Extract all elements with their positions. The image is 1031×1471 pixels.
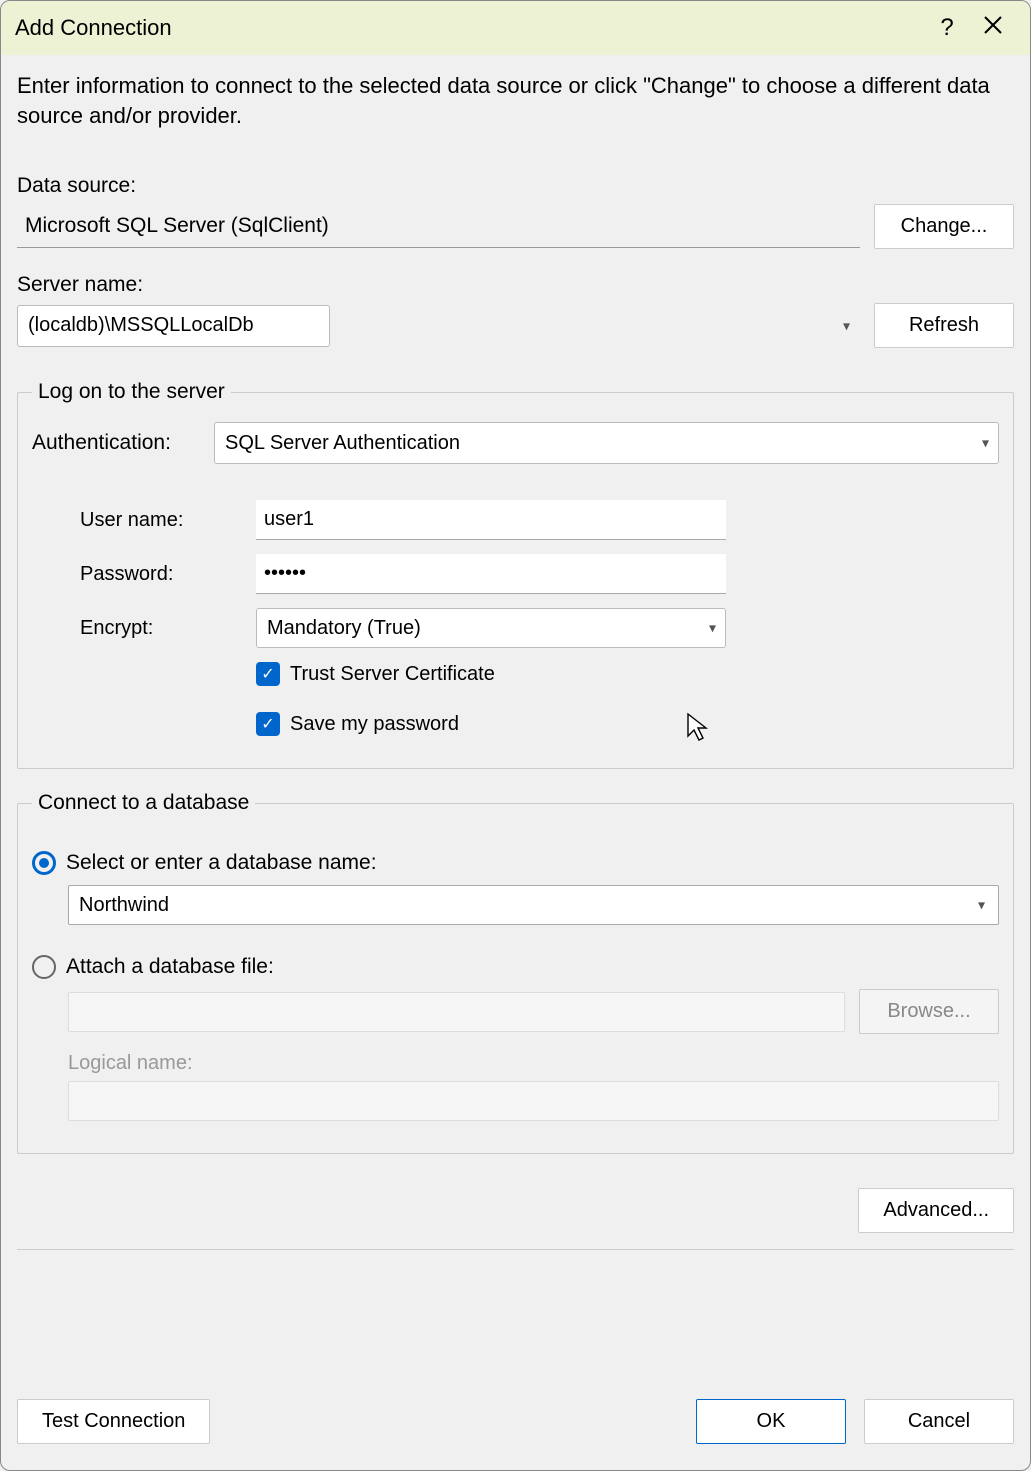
data-source-label: Data source: [17,174,1014,198]
trust-certificate-checkbox[interactable]: ✓ [256,662,280,686]
connect-database-group: Connect to a database Select or enter a … [17,791,1014,1154]
logon-legend: Log on to the server [32,380,231,404]
encrypt-label: Encrypt: [78,617,248,640]
change-button[interactable]: Change... [874,204,1014,249]
data-source-field [17,206,860,248]
titlebar: Add Connection ? [1,1,1030,55]
cancel-button[interactable]: Cancel [864,1399,1014,1444]
database-name-combo[interactable] [68,885,999,925]
attach-file-radio[interactable] [32,955,56,979]
browse-button[interactable]: Browse... [859,989,999,1034]
attach-file-field [68,992,845,1032]
attach-file-label: Attach a database file: [66,955,274,979]
password-label: Password: [78,563,248,586]
server-name-label: Server name: [17,273,1014,297]
separator [17,1249,1014,1250]
encrypt-select[interactable] [256,608,726,648]
connect-database-legend: Connect to a database [32,791,255,815]
add-connection-dialog: Add Connection ? Enter information to co… [0,0,1031,1471]
window-title: Add Connection [15,15,924,41]
refresh-button[interactable]: Refresh [874,303,1014,348]
trust-certificate-label: Trust Server Certificate [290,663,495,686]
close-icon[interactable] [970,14,1016,42]
save-password-label: Save my password [290,713,459,736]
chevron-down-icon: ▾ [843,317,850,334]
logical-name-field [68,1081,999,1121]
instruction-text: Enter information to connect to the sele… [17,71,1014,130]
logical-name-label: Logical name: [68,1052,999,1075]
save-password-checkbox[interactable]: ✓ [256,712,280,736]
select-database-radio[interactable] [32,851,56,875]
test-connection-button[interactable]: Test Connection [17,1399,210,1444]
server-name-combo[interactable] [17,305,330,347]
logon-group: Log on to the server Authentication: ▾ U… [17,380,1014,769]
select-database-label: Select or enter a database name: [66,851,377,875]
dialog-footer: Test Connection OK Cancel [1,1377,1030,1470]
username-field[interactable] [256,500,726,540]
ok-button[interactable]: OK [696,1399,846,1444]
help-icon[interactable]: ? [924,14,970,42]
authentication-label: Authentication: [32,431,202,455]
username-label: User name: [78,509,248,532]
advanced-button[interactable]: Advanced... [858,1188,1014,1233]
authentication-select[interactable] [214,422,999,464]
password-field[interactable] [256,554,726,594]
